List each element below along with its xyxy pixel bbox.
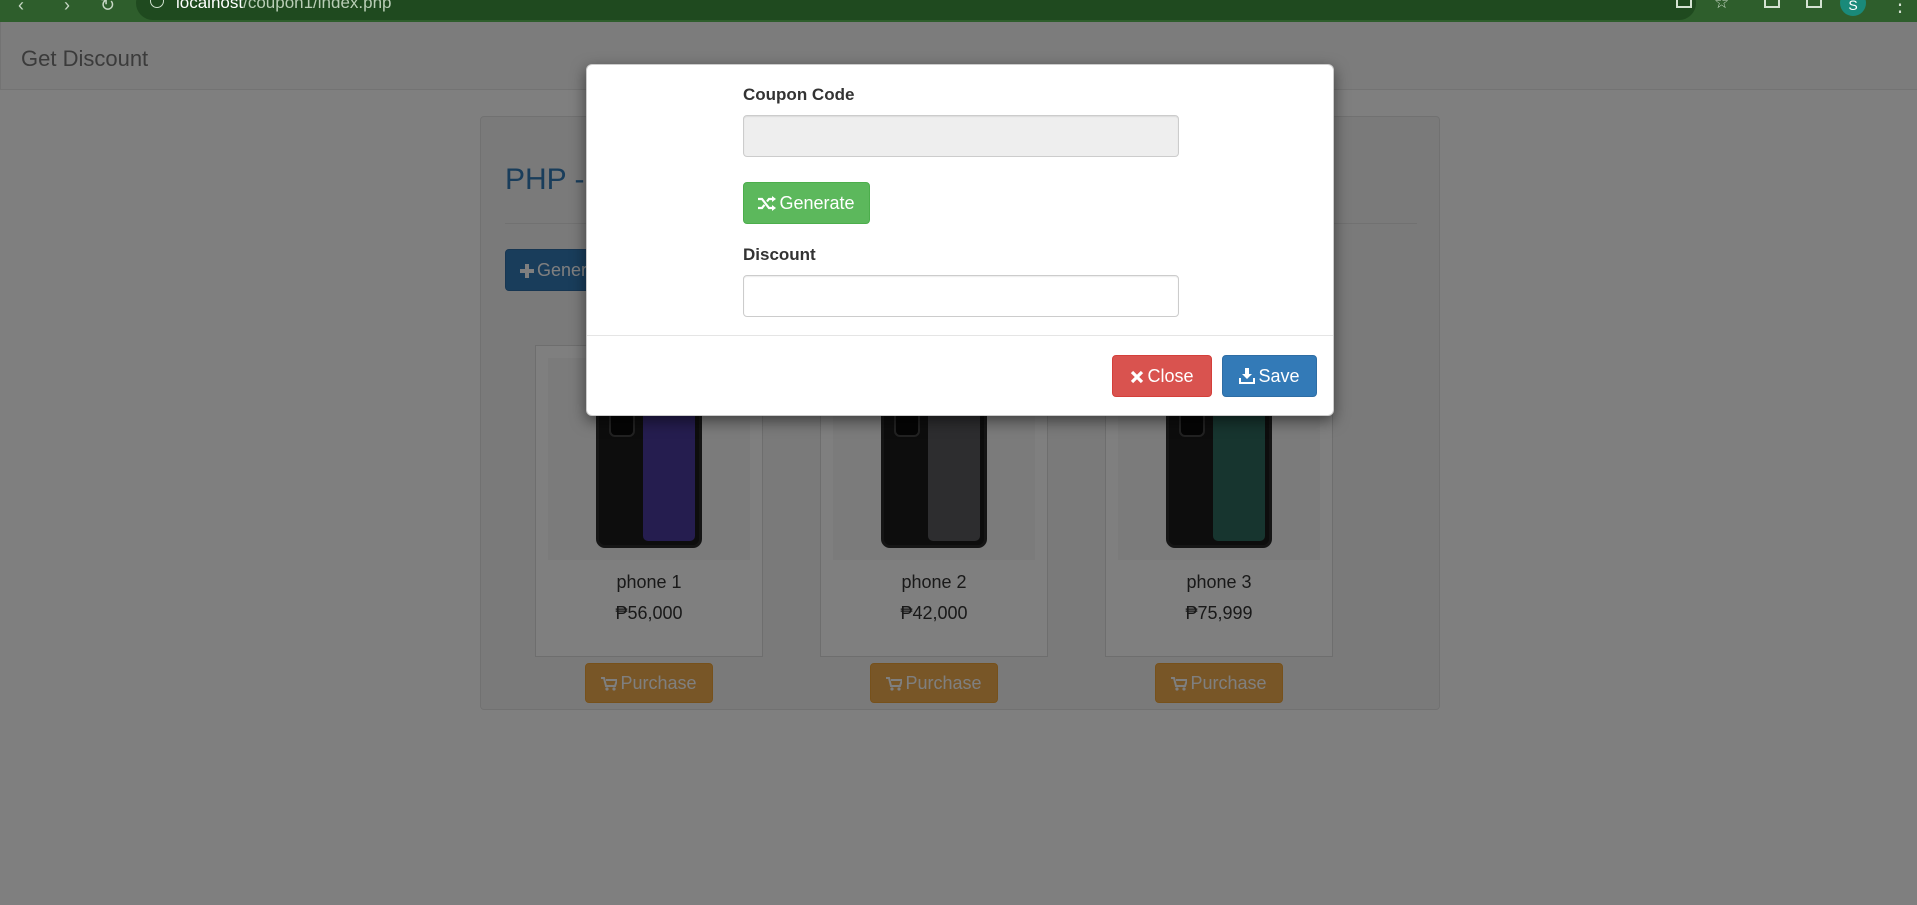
shuffle-icon — [758, 185, 777, 225]
share-icon[interactable] — [1676, 0, 1692, 8]
reload-icon[interactable]: ↻ — [100, 0, 115, 14]
save-label: Save — [1258, 366, 1300, 386]
menu-kebab-icon[interactable]: ⋮ — [1890, 0, 1910, 17]
generate-button[interactable]: Generate — [743, 182, 870, 224]
download-icon[interactable] — [1764, 0, 1780, 8]
profile-avatar[interactable]: S — [1840, 0, 1866, 16]
back-arrow-icon[interactable]: ‹ — [18, 0, 24, 14]
address-url[interactable]: localhost/coupon1/index.php — [176, 0, 392, 12]
modal-footer-divider — [587, 335, 1333, 336]
url-host: localhost — [176, 0, 244, 12]
close-button[interactable]: Close — [1112, 355, 1212, 397]
url-path: /coupon1/index.php — [243, 0, 392, 12]
save-button[interactable]: Save — [1222, 355, 1317, 397]
coupon-modal: Coupon Code Generate Discount Close Save — [586, 64, 1334, 416]
close-label: Close — [1147, 366, 1194, 386]
generate-label: Generate — [779, 193, 855, 213]
extensions-icon[interactable] — [1806, 0, 1822, 8]
discount-label: Discount — [743, 245, 816, 264]
coupon-code-label: Coupon Code — [743, 85, 855, 104]
discount-input[interactable] — [743, 275, 1179, 317]
forward-arrow-icon[interactable]: › — [64, 0, 70, 14]
coupon-code-input[interactable] — [743, 115, 1179, 157]
download-icon — [1239, 358, 1256, 398]
browser-toolbar: ‹ › ↻ localhost/coupon1/index.php ☆ S ⋮ — [0, 0, 1917, 22]
bookmark-star-icon[interactable]: ☆ — [1714, 0, 1729, 12]
close-icon — [1130, 358, 1144, 398]
